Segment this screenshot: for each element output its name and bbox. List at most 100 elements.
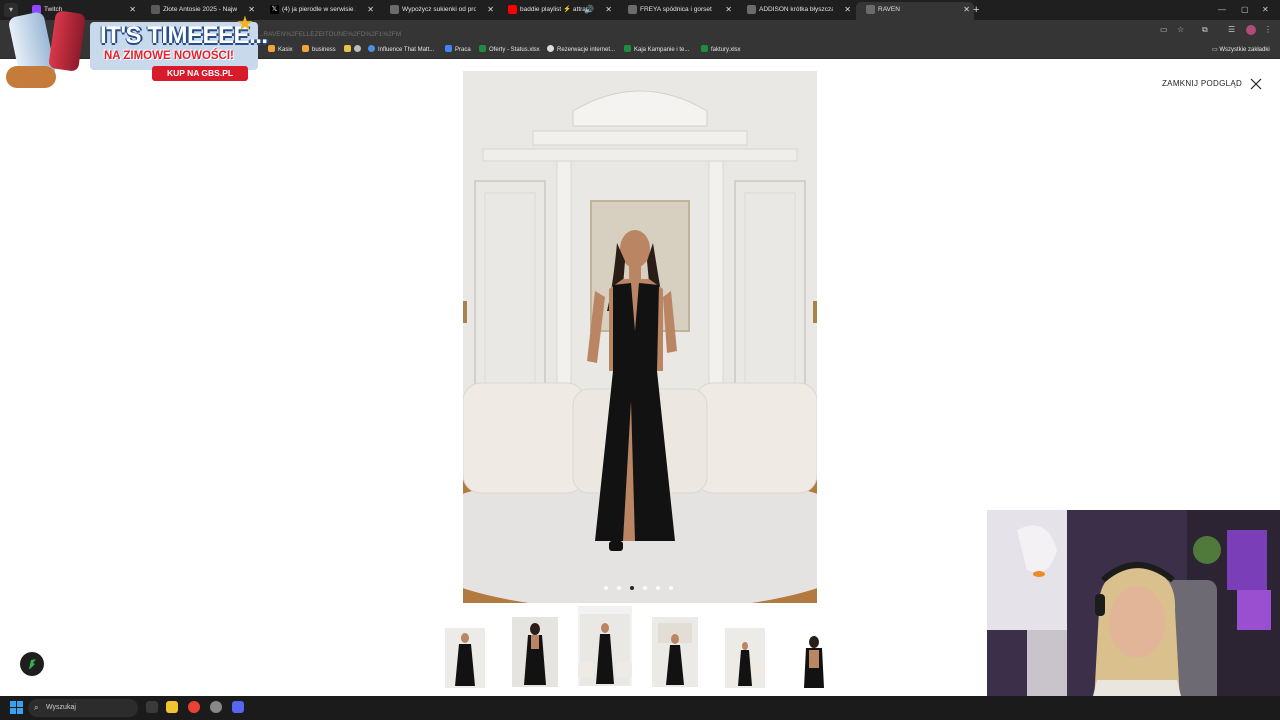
thumbnail-image [578,614,632,686]
tab-close-icon[interactable]: ✕ [487,2,494,18]
tab-close-icon[interactable]: ✕ [725,2,732,18]
bookmark-favicon-icon [445,45,452,52]
thumbnail[interactable] [512,617,558,687]
tab-freya[interactable]: FREYA spódnica i gorset z celi ✕ [618,2,736,18]
windows-taskbar: ⌕ Wyszukaj [0,696,1280,720]
maximize-icon[interactable]: ▢ [1241,2,1249,18]
carousel-dot[interactable] [643,586,647,590]
ad-cta-button[interactable]: KUP NA GBS.PL [152,66,248,81]
thumbnail-selected[interactable] [578,606,632,686]
minimize-icon[interactable]: — [1218,2,1226,18]
tab-x-post[interactable]: 𝕏 (4) ja pierodle w serwisie X: „Ja ✕ [260,2,378,18]
x-favicon-icon: 𝕏 [270,5,279,14]
bookmark-faktury[interactable]: faktury.xlsx [701,41,741,59]
close-icon[interactable] [1249,77,1263,91]
thumbnail-image [512,617,558,687]
tab-audio-icon[interactable]: 🔊 [584,2,594,18]
obs-icon[interactable] [210,701,222,713]
folder-icon [268,45,275,52]
profile-avatar[interactable] [1246,25,1256,35]
tab-raven-active[interactable]: RAVEN ✕ [856,2,974,20]
floating-chat-button[interactable] [20,652,44,676]
extensions-icon[interactable]: ⧉ [1202,24,1208,36]
bookmark-favicon-icon [354,45,361,52]
youtube-favicon-icon [508,5,517,14]
sheets-icon [624,45,631,52]
menu-icon[interactable]: ⋮ [1264,24,1272,36]
carousel-dot[interactable] [656,586,660,590]
tab-close-icon[interactable]: ✕ [605,2,612,18]
tab-title: FREYA spódnica i gorset z celi [640,6,714,13]
bookmark-star-icon[interactable]: ☆ [1177,24,1184,36]
tab-close-icon[interactable]: ✕ [367,2,374,18]
bookmark-influence[interactable]: Influence That Matt... [368,41,434,59]
bookmark-kasix[interactable]: Kasix [268,41,293,59]
bookmark-label: Kasix [278,47,293,53]
thumbnail[interactable] [445,628,485,688]
tab-addison[interactable]: ADDISON krótka błyszcząca su ✕ [737,2,855,18]
taskbar-search-placeholder: Wyszukaj [46,704,76,711]
tab-title: RAVEN [878,6,900,13]
page-favicon-icon [747,5,756,14]
tab-title: ADDISON krótka błyszcząca su [759,6,833,13]
bookmark-kaja-kampanie[interactable]: Kaja Kampanie i te... [624,41,689,59]
all-bookmarks-folder[interactable]: ▭ Wszystkie zakładki [1212,41,1270,59]
bookmark-favicon-icon [344,45,351,52]
tab-wypozycz[interactable]: Wypożycz sukienki od projekta ✕ [380,2,498,18]
bookmark-label: Wszystkie zakładki [1219,47,1270,53]
thumbnail-image [796,634,834,688]
thumbnail[interactable] [725,628,765,688]
url-input[interactable]: ...RAVEN%2FELLEZEITOUNE%2FD%2F1%2FM [258,23,1148,38]
carousel-dot[interactable] [669,586,673,590]
webcam-feed-image [987,510,1280,720]
carousel-dot-active[interactable] [630,586,634,590]
green-leaf-icon [29,659,36,669]
task-view-icon[interactable] [146,701,158,713]
thumbnail[interactable] [652,617,698,687]
bookmark-label: Kaja Kampanie i te... [634,47,690,53]
bookmark-favicon-icon [547,45,554,52]
product-main-image[interactable] [463,71,817,603]
discord-icon[interactable] [232,701,244,713]
windows-start-icon[interactable] [10,701,23,714]
page-favicon-icon [866,5,875,14]
tab-title: baddie playlist ⚡ attractive [520,6,586,13]
page-favicon-icon [390,5,399,14]
tab-youtube-playlist[interactable]: baddie playlist ⚡ attractive 🔊 ✕ [498,2,616,18]
ad-subline: NA ZIMOWE NOWOŚCI! [104,50,234,62]
product-photo-illustration [463,71,817,603]
tab-title: (4) ja pierodle w serwisie X: „Ja [282,6,356,13]
thumbnail[interactable] [796,634,834,688]
url-text: ...RAVEN%2FELLEZEITOUNE%2FD%2F1%2FM [258,31,402,38]
bookmark-label: Praca [455,47,471,53]
bookmark-label: faktury.xlsx [711,47,741,53]
tab-close-icon[interactable]: ✕ [844,2,851,18]
bookmark-label: business [312,47,336,53]
search-icon: ⌕ [34,703,39,712]
bookmark-praca[interactable]: Praca [445,41,471,59]
sidebar-icon[interactable]: ☰ [1228,24,1235,36]
sheets-icon [701,45,708,52]
file-explorer-icon[interactable] [166,701,178,713]
taskbar-search-input[interactable]: ⌕ Wyszukaj [28,699,138,717]
bookmark-business[interactable]: business [302,41,336,59]
carousel-dot[interactable] [604,586,608,590]
carousel-dot[interactable] [617,586,621,590]
page-favicon-icon [628,5,637,14]
bookmark-rezerwacje[interactable]: Rezerwacje internet... [547,41,615,59]
close-preview-button[interactable]: ZAMKNIJ PODGLĄD [1160,76,1264,92]
star-icon: ★ [236,13,254,35]
bookmark-label: Rezerwacje internet... [557,47,616,53]
chrome-icon[interactable] [188,701,200,713]
bookmark-label: Influence That Matt... [378,47,435,53]
thumbnail-image [445,628,485,688]
cast-icon[interactable]: ▭ [1160,24,1168,36]
tab-close-icon[interactable]: ✕ [963,2,970,18]
folder-icon [302,45,309,52]
bookmark-oferty[interactable]: Oferty - Status.xlsx [479,41,540,59]
bookmark-icons[interactable] [344,41,361,59]
sheets-icon [479,45,486,52]
stream-ad-banner[interactable]: IT'S TIMEEEE... NA ZIMOWE NOWOŚCI! KUP N… [0,8,268,92]
new-tab-icon[interactable]: + [973,2,979,18]
window-close-icon[interactable]: ✕ [1262,2,1269,18]
